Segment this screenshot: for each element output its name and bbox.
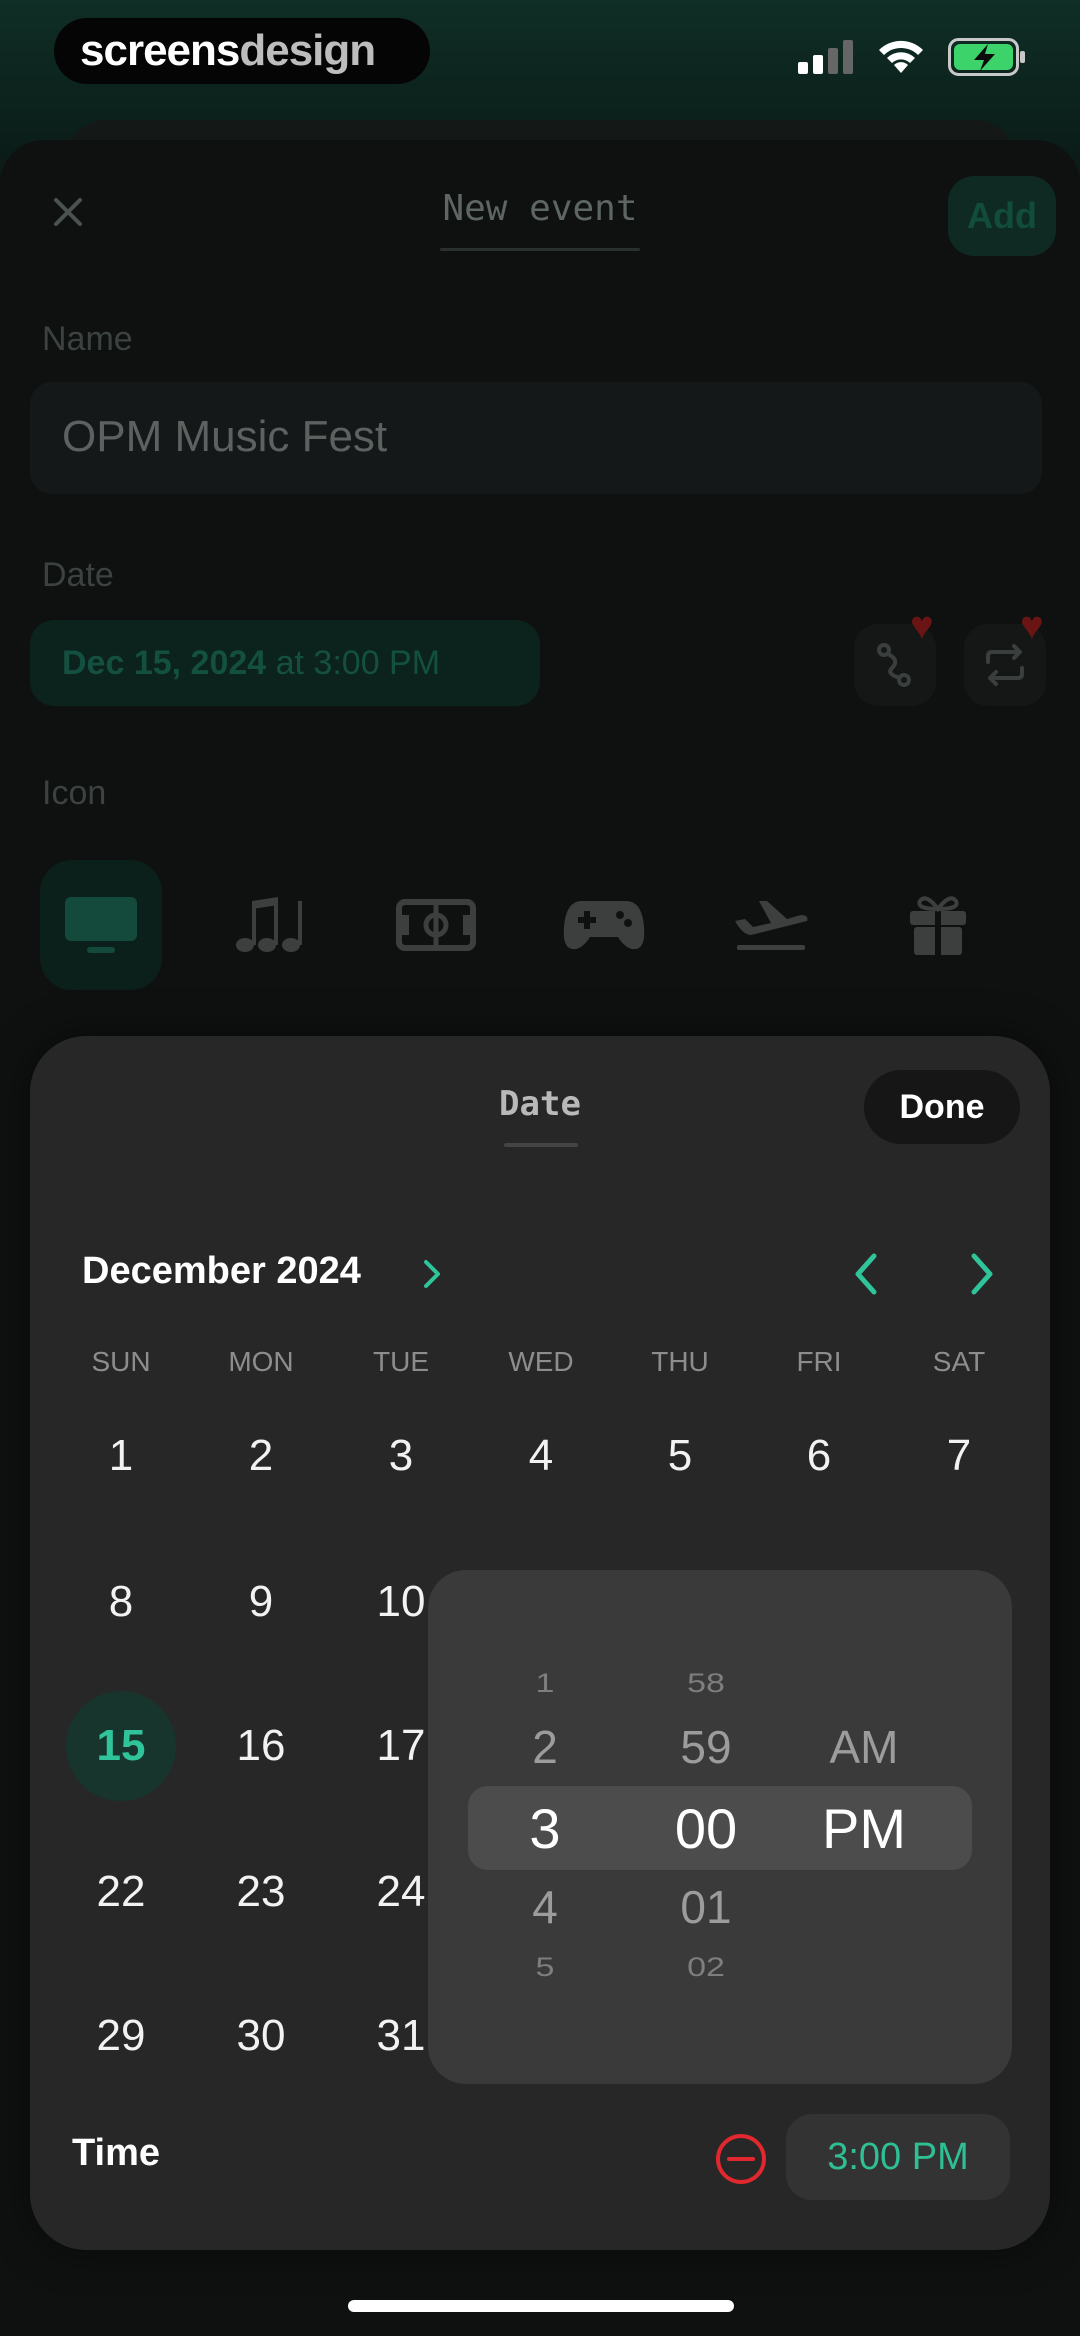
minute-option[interactable]: 59 <box>656 1720 756 1774</box>
calendar-day[interactable]: 7 <box>889 1396 1029 1516</box>
cellular-signal-icon <box>798 40 853 74</box>
date-value: Dec 15, 2024 <box>62 643 267 682</box>
calendar-day[interactable]: 2 <box>191 1396 331 1516</box>
weekday-sat: SAT <box>932 1346 986 1377</box>
picker-title-underline <box>504 1143 578 1147</box>
stadium-icon <box>396 899 476 951</box>
heart-badge-icon: ♥ <box>910 604 934 648</box>
weekday-mon: MON <box>228 1346 294 1377</box>
weekday-tue: TUE <box>373 1346 429 1377</box>
airplane-icon <box>735 901 808 950</box>
name-label: Name <box>42 320 133 358</box>
weekday-sun: SUN <box>91 1346 151 1377</box>
calendar-day-selected[interactable]: 15 <box>51 1686 191 1806</box>
gamepad-icon <box>563 901 645 950</box>
minute-selected[interactable]: 00 <box>646 1796 766 1861</box>
hour-option[interactable]: 2 <box>505 1720 585 1774</box>
calendar-day[interactable]: 1 <box>51 1396 191 1516</box>
logo-text-design: design <box>239 26 376 75</box>
period-selected[interactable]: PM <box>804 1796 924 1861</box>
hour-option[interactable]: 4 <box>505 1880 585 1934</box>
minute-option[interactable]: 58 <box>656 1668 756 1699</box>
icon-option-airplane[interactable] <box>710 860 832 990</box>
calendar-day[interactable]: 5 <box>610 1396 750 1516</box>
calendar-day[interactable]: 30 <box>191 1976 331 2096</box>
calendar-day[interactable]: 6 <box>749 1396 889 1516</box>
date-button[interactable]: Dec 15, 2024 at 3:00 PM <box>30 620 540 706</box>
previous-month-button[interactable] <box>848 1250 884 1298</box>
wifi-icon <box>879 40 923 73</box>
add-button[interactable]: Add <box>948 176 1056 256</box>
weekday-thu: THU <box>651 1346 709 1377</box>
sheet-title: New event <box>442 188 638 229</box>
next-month-button[interactable] <box>964 1250 1000 1298</box>
status-bar-icons <box>798 38 1026 76</box>
hour-selected[interactable]: 3 <box>505 1796 585 1861</box>
icon-option-gamepad[interactable] <box>543 860 665 990</box>
music-notes-icon <box>236 897 302 952</box>
brand-logo: screens design <box>54 18 430 84</box>
calendar-day[interactable]: 4 <box>471 1396 611 1516</box>
calendar-day[interactable]: 3 <box>331 1396 471 1516</box>
icon-label: Icon <box>42 774 107 812</box>
calendar-day[interactable]: 9 <box>191 1542 331 1662</box>
weekday-fri: FRI <box>796 1346 842 1377</box>
selected-day-circle: 15 <box>66 1691 176 1801</box>
battery-charging-icon <box>948 38 1025 76</box>
title-underline <box>440 248 640 251</box>
icon-option-gift[interactable] <box>877 860 999 990</box>
heart-badge-icon: ♥ <box>1020 604 1044 648</box>
hour-option[interactable]: 1 <box>505 1668 585 1699</box>
weekday-wed: WED <box>508 1346 574 1377</box>
time-label: Time <box>72 2132 161 2174</box>
name-input-value: OPM Music Fest <box>62 412 388 461</box>
time-value-button[interactable]: 3:00 PM <box>786 2114 1010 2200</box>
time-at-value: at 3:00 PM <box>275 643 441 682</box>
month-year-label[interactable]: December 2024 <box>82 1250 361 1293</box>
calendar-day[interactable]: 16 <box>191 1686 331 1806</box>
chevron-right-icon[interactable] <box>420 1256 444 1292</box>
home-indicator[interactable] <box>348 2300 734 2312</box>
calendar-day[interactable]: 8 <box>51 1542 191 1662</box>
icon-option-music[interactable] <box>208 860 330 990</box>
icon-option-tv[interactable] <box>40 860 162 990</box>
minute-option[interactable]: 02 <box>656 1952 756 1983</box>
minute-option[interactable]: 01 <box>656 1880 756 1934</box>
icon-selector <box>40 860 1040 990</box>
done-button[interactable]: Done <box>864 1070 1020 1144</box>
icon-option-stadium[interactable] <box>375 860 497 990</box>
date-label: Date <box>42 556 114 594</box>
calendar-day[interactable]: 29 <box>51 1976 191 2096</box>
period-option-am[interactable]: AM <box>804 1720 924 1774</box>
tv-icon <box>65 897 137 953</box>
hour-option[interactable]: 5 <box>505 1952 585 1983</box>
calendar-day[interactable]: 22 <box>51 1832 191 1952</box>
logo-text-screens: screens <box>80 26 240 75</box>
calendar-day[interactable]: 23 <box>191 1832 331 1952</box>
gift-icon <box>910 896 966 955</box>
remove-time-icon[interactable] <box>714 2132 768 2186</box>
